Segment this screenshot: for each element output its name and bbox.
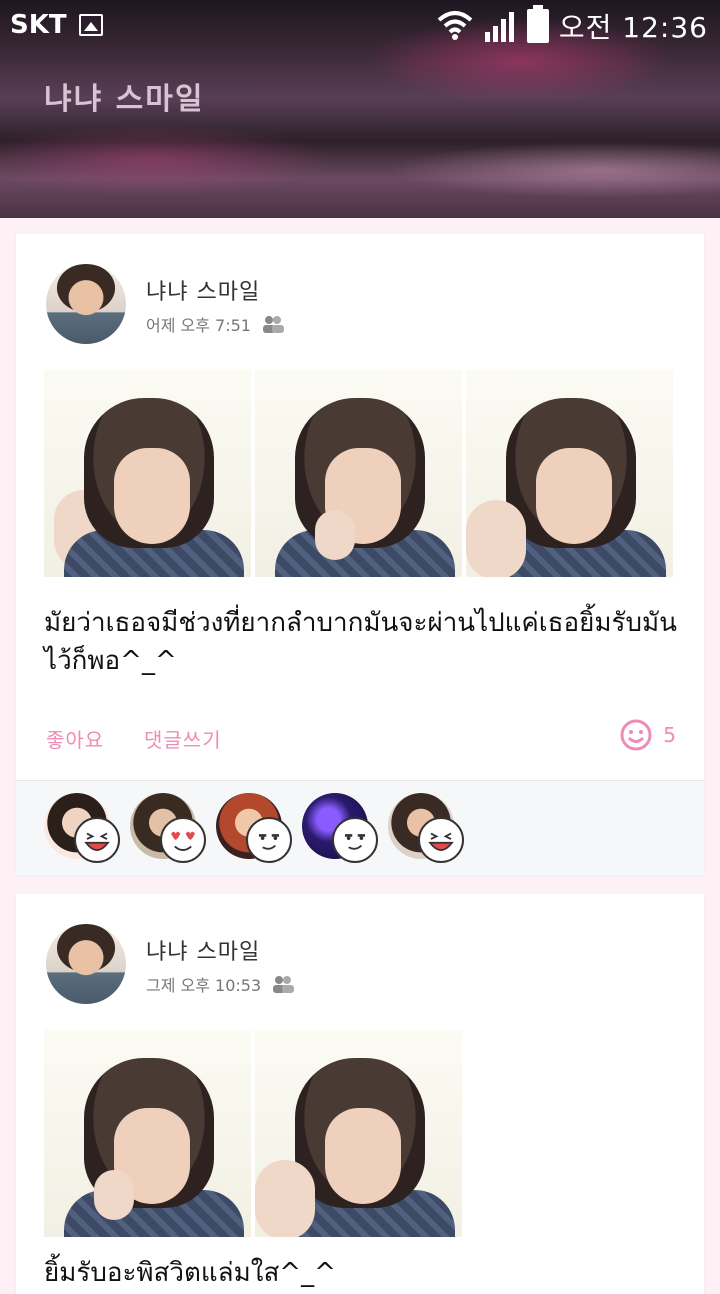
reactor-avatar[interactable]: [216, 793, 292, 863]
friends-visibility-icon: [273, 976, 295, 993]
clock: 오전 12:36: [558, 11, 708, 44]
post-photo[interactable]: [255, 1030, 462, 1237]
author-avatar[interactable]: [46, 924, 126, 1004]
post-text: ยิ้มรับอะพิสวิตแล่มใส^_^: [44, 1258, 336, 1288]
author-name[interactable]: 냐냐 스마일: [146, 274, 260, 306]
laugh-emoji-icon: [418, 817, 464, 863]
reactor-avatar[interactable]: [44, 793, 120, 863]
post-timestamp: 어제 오후 7:51: [146, 316, 251, 335]
image-notification-icon: [78, 14, 103, 36]
emotion-count: 5: [663, 723, 676, 747]
reactor-avatar[interactable]: [130, 793, 206, 863]
battery-icon: [526, 5, 549, 43]
emotion-summary[interactable]: 5: [619, 718, 676, 752]
post-timestamp: 그제 오후 10:53: [146, 976, 262, 995]
post-photo[interactable]: [466, 370, 673, 577]
cover-title: 냐냐 스마일: [44, 82, 205, 117]
comment-button[interactable]: 댓글쓰기: [144, 724, 222, 753]
post-photo[interactable]: [255, 370, 462, 577]
post-photo[interactable]: [44, 1030, 251, 1237]
post-card: 냐냐 스마일 어제 오후 7:51 มัยว่าเธอจมีช่วงที่ยาก…: [16, 234, 704, 875]
reactor-avatar[interactable]: [388, 793, 464, 863]
reaction-strip: [16, 780, 704, 875]
author-avatar[interactable]: [46, 264, 126, 344]
friends-visibility-icon: [262, 316, 284, 333]
post-text: มัยว่าเธอจมีช่วงที่ยากลำบากมันจะผ่านไปแค…: [44, 608, 677, 676]
signal-icon: [484, 12, 514, 42]
photo-grid: [44, 370, 673, 577]
post-photo[interactable]: [44, 370, 251, 577]
wifi-icon: [437, 11, 473, 40]
like-button[interactable]: 좋아요: [46, 724, 104, 753]
smirk-emoji-icon: [246, 817, 292, 863]
author-name[interactable]: 냐냐 스마일: [146, 934, 260, 966]
carrier-label: SKT: [10, 10, 67, 40]
post-actions: 좋아요 댓글쓰기 5: [46, 719, 676, 754]
heart-eyes-emoji-icon: [160, 817, 206, 863]
smirk-emoji-icon: [332, 817, 378, 863]
smiley-icon: [620, 719, 652, 751]
reactor-avatar[interactable]: [302, 793, 378, 863]
photo-grid: [44, 1030, 462, 1237]
post-card: 냐냐 스마일 그제 오후 10:53 ยิ้มรับอะพิสวิตแล่มใส…: [16, 894, 704, 1294]
status-bar: SKT 오전 12:36: [0, 0, 720, 52]
laugh-emoji-icon: [74, 817, 120, 863]
profile-cover: SKT 오전 12:36 냐냐 스마일: [0, 0, 720, 218]
